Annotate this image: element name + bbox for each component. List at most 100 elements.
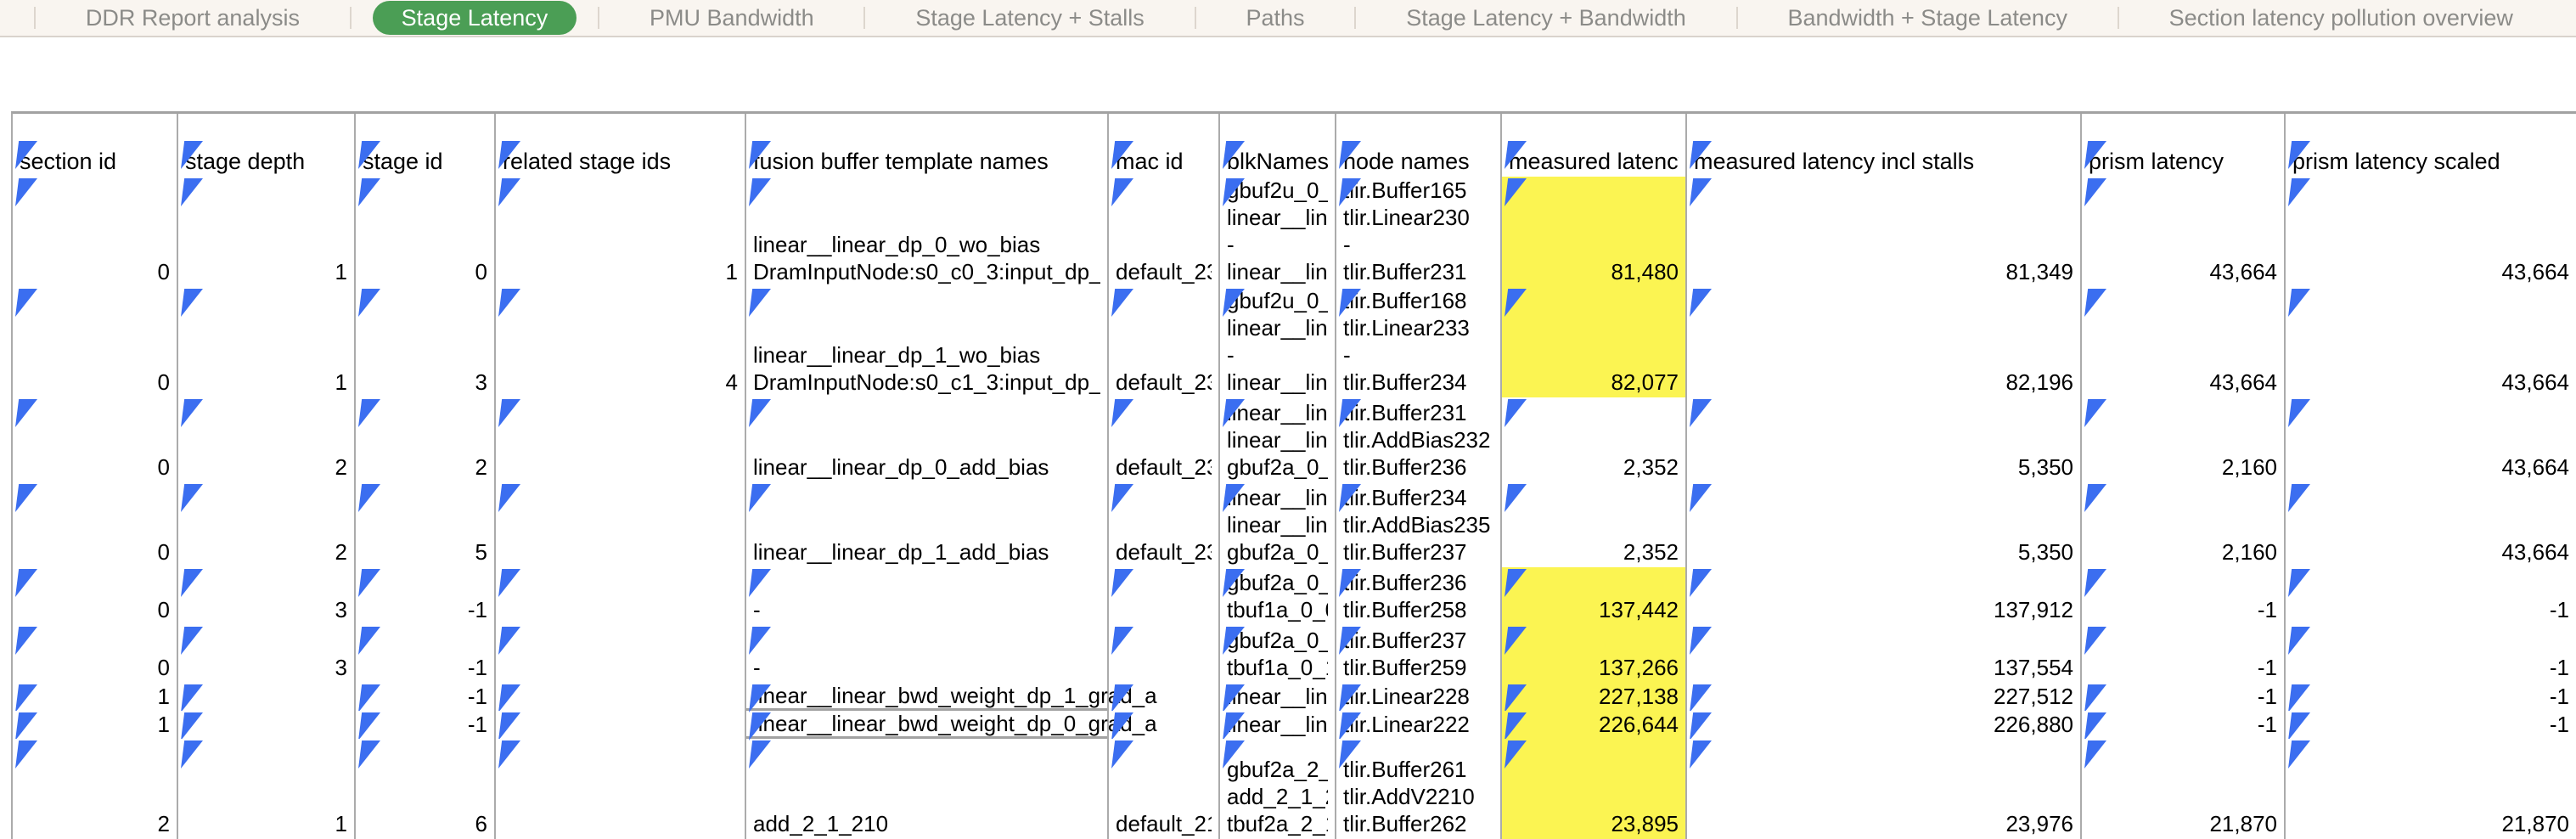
cell-r1-section-id[interactable]: 0 [13,177,178,287]
column-header-prism-latency[interactable]: prism latency [2082,139,2286,177]
cell-r3-measured-latency-incl-stalls[interactable]: 5,350 [1687,397,2082,482]
cell-r9-prism-latency-scaled[interactable]: 21,870 [2286,739,2576,839]
cell-r6-fusion-buffer-template-names[interactable]: - [746,625,1109,683]
cell-r5-stage-depth[interactable]: 3 [178,567,356,625]
cell-r2-prism-latency[interactable]: 43,664 [2082,287,2286,397]
empty-cell[interactable] [13,114,178,139]
cell-r7-stage-id[interactable]: -1 [356,683,496,711]
cell-r4-stage-depth[interactable]: 2 [178,482,356,567]
cell-r8-section-id[interactable]: 1 [13,711,178,739]
cell-r7-fusion-buffer-template-names[interactable]: linear__linear_bwd_weight_dp_1_grad_a [746,683,1109,711]
cell-r9-measured-latency[interactable]: 23,895 [1502,739,1687,839]
cell-r7-prism-latency-scaled[interactable]: -1 [2286,683,2576,711]
cell-r7-prism-latency[interactable]: -1 [2082,683,2286,711]
cell-r1-measured-latency[interactable]: 81,480 [1502,177,1687,287]
cell-r6-section-id[interactable]: 0 [13,625,178,683]
cell-r6-stage-id[interactable]: -1 [356,625,496,683]
tab-bandwidth-stage-latency[interactable]: Bandwidth + Stage Latency [1758,1,2095,35]
cell-r1-related-stage-ids[interactable]: 1 [496,177,746,287]
cell-r4-section-id[interactable]: 0 [13,482,178,567]
cell-r5-related-stage-ids[interactable] [496,567,746,625]
cell-r3-stage-depth[interactable]: 2 [178,397,356,482]
cell-r4-fusion-buffer-template-names[interactable]: linear__linear_dp_1_add_bias [746,482,1109,567]
cell-r1-measured-latency-incl-stalls[interactable]: 81,349 [1687,177,2082,287]
cell-r8-measured-latency-incl-stalls[interactable]: 226,880 [1687,711,2082,739]
cell-r6-stage-depth[interactable]: 3 [178,625,356,683]
cell-r6-related-stage-ids[interactable] [496,625,746,683]
cell-r4-stage-id[interactable]: 5 [356,482,496,567]
cell-r9-fusion-buffer-template-names[interactable]: add_2_1_210 [746,739,1109,839]
cell-r3-measured-latency[interactable]: 2,352 [1502,397,1687,482]
cell-r5-measured-latency-incl-stalls[interactable]: 137,912 [1687,567,2082,625]
cell-r9-blknames[interactable]: gbuf2a_2_1add_2_1_210tbuf2a_2_1 [1220,739,1336,839]
cell-r4-mac-id[interactable]: default_235 [1109,482,1220,567]
cell-r5-prism-latency-scaled[interactable]: -1 [2286,567,2576,625]
cell-r1-blknames[interactable]: gbuf2u_0_0linear__line-linear__line [1220,177,1336,287]
column-header-stage-id[interactable]: stage id [356,139,496,177]
cell-r5-measured-latency[interactable]: 137,442 [1502,567,1687,625]
cell-r9-mac-id[interactable]: default_210 [1109,739,1220,839]
tab-stage-latency[interactable]: Stage Latency [373,1,577,35]
cell-r3-prism-latency-scaled[interactable]: 43,664 [2286,397,2576,482]
cell-r4-blknames[interactable]: linear__linelinear__linegbuf2a_0_1 [1220,482,1336,567]
cell-r7-related-stage-ids[interactable] [496,683,746,711]
cell-r2-fusion-buffer-template-names[interactable]: linear__linear_dp_1_wo_biasDramInputNode… [746,287,1109,397]
cell-r5-section-id[interactable]: 0 [13,567,178,625]
cell-r4-measured-latency-incl-stalls[interactable]: 5,350 [1687,482,2082,567]
cell-r8-prism-latency[interactable]: -1 [2082,711,2286,739]
cell-r3-related-stage-ids[interactable] [496,397,746,482]
empty-cell[interactable] [2286,114,2576,139]
cell-r9-prism-latency[interactable]: 21,870 [2082,739,2286,839]
empty-cell[interactable] [1687,114,2082,139]
tab-stage-latency-bandwidth[interactable]: Stage Latency + Bandwidth [1377,1,1714,35]
cell-r5-node-names[interactable]: tlir.Buffer236tlir.Buffer258 [1336,567,1502,625]
column-header-section-id[interactable]: section id [13,139,178,177]
cell-r7-section-id[interactable]: 1 [13,683,178,711]
column-header-related-stage-ids[interactable]: related stage ids [496,139,746,177]
cell-r4-prism-latency-scaled[interactable]: 43,664 [2286,482,2576,567]
column-header-fusion-buffer-template-names[interactable]: fusion buffer template names [746,139,1109,177]
empty-cell[interactable] [178,114,356,139]
empty-cell[interactable] [746,114,1109,139]
cell-r7-stage-depth[interactable] [178,683,356,711]
cell-r5-mac-id[interactable] [1109,567,1220,625]
cell-r4-node-names[interactable]: tlir.Buffer234tlir.AddBias235tlir.Buffer… [1336,482,1502,567]
cell-r8-fusion-buffer-template-names[interactable]: linear__linear_bwd_weight_dp_0_grad_a [746,711,1109,739]
column-header-stage-depth[interactable]: stage depth [178,139,356,177]
cell-r1-fusion-buffer-template-names[interactable]: linear__linear_dp_0_wo_biasDramInputNode… [746,177,1109,287]
cell-r3-node-names[interactable]: tlir.Buffer231tlir.AddBias232tlir.Buffer… [1336,397,1502,482]
cell-r3-fusion-buffer-template-names[interactable]: linear__linear_dp_0_add_bias [746,397,1109,482]
cell-r9-measured-latency-incl-stalls[interactable]: 23,976 [1687,739,2082,839]
empty-cell[interactable] [1220,114,1336,139]
cell-r6-measured-latency-incl-stalls[interactable]: 137,554 [1687,625,2082,683]
column-header-blknames[interactable]: blkNames [1220,139,1336,177]
cell-r7-blknames[interactable]: linear__line [1220,683,1336,711]
cell-r2-related-stage-ids[interactable]: 4 [496,287,746,397]
cell-r4-measured-latency[interactable]: 2,352 [1502,482,1687,567]
cell-r6-node-names[interactable]: tlir.Buffer237tlir.Buffer259 [1336,625,1502,683]
tab-paths[interactable]: Paths [1217,1,1333,35]
cell-r8-prism-latency-scaled[interactable]: -1 [2286,711,2576,739]
cell-r9-stage-id[interactable]: 6 [356,739,496,839]
cell-r6-measured-latency[interactable]: 137,266 [1502,625,1687,683]
empty-cell[interactable] [496,114,746,139]
cell-r1-stage-depth[interactable]: 1 [178,177,356,287]
cell-r3-mac-id[interactable]: default_232 [1109,397,1220,482]
cell-r5-stage-id[interactable]: -1 [356,567,496,625]
cell-r6-mac-id[interactable] [1109,625,1220,683]
cell-r8-measured-latency[interactable]: 226,644 [1502,711,1687,739]
cell-r2-mac-id[interactable]: default_233 [1109,287,1220,397]
cell-r1-mac-id[interactable]: default_230 [1109,177,1220,287]
column-header-measured-latency[interactable]: measured latency [1502,139,1687,177]
empty-cell[interactable] [1336,114,1502,139]
cell-r6-prism-latency-scaled[interactable]: -1 [2286,625,2576,683]
cell-r9-section-id[interactable]: 2 [13,739,178,839]
cell-r2-stage-depth[interactable]: 1 [178,287,356,397]
cell-r6-prism-latency[interactable]: -1 [2082,625,2286,683]
cell-r4-related-stage-ids[interactable] [496,482,746,567]
cell-r2-blknames[interactable]: gbuf2u_0_1linear__line-linear__line [1220,287,1336,397]
cell-r5-fusion-buffer-template-names[interactable]: - [746,567,1109,625]
cell-r9-stage-depth[interactable]: 1 [178,739,356,839]
empty-cell[interactable] [1502,114,1687,139]
cell-r8-related-stage-ids[interactable] [496,711,746,739]
